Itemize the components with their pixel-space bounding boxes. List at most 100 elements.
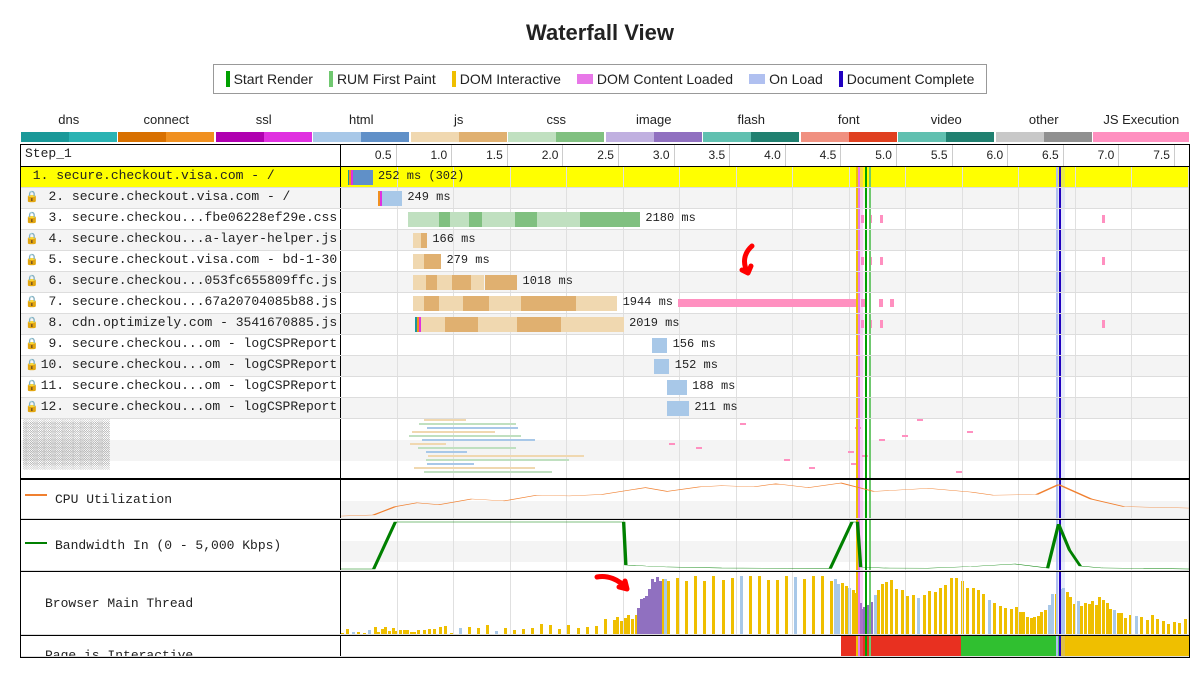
request-rows: 1. secure.checkout.visa.com - /252 ms (3… (21, 167, 1189, 419)
marker-doc-complete (1059, 419, 1061, 478)
marker-start-render (865, 636, 867, 656)
marker-start-render (865, 209, 867, 229)
lock-icon: 🔒 (25, 379, 39, 393)
marker-doc-complete (1059, 293, 1061, 313)
request-row[interactable]: 1. secure.checkout.visa.com - /252 ms (3… (21, 167, 1189, 188)
marker-start-render (865, 377, 867, 397)
marker-dcl-start (858, 335, 860, 355)
marker-dcl-start (858, 209, 860, 229)
legend-item: Document Complete (839, 71, 975, 87)
request-row[interactable]: 🔒 6. secure.checkou...053fc655809ffc.js1… (21, 272, 1189, 293)
mime-connect: connect (118, 112, 216, 142)
marker-doc-complete (1059, 272, 1061, 292)
marker-start-render (865, 188, 867, 208)
marker-dcl-start (858, 419, 860, 478)
collapsed-requests[interactable]: ░░░░░░░░░░░░░░░░░░░░░░░░░░░░░░░░░░░░░░░░… (21, 419, 1189, 479)
mime-dns: dns (20, 112, 118, 142)
mime-JS Execution: JS Execution (1093, 112, 1191, 142)
request-row[interactable]: 🔒12. secure.checkou...om - logCSPReport2… (21, 398, 1189, 419)
marker-rum-first-paint (869, 377, 871, 397)
lock-icon: 🔒 (25, 274, 39, 288)
page-title: Waterfall View (10, 20, 1190, 46)
marker-dcl-start (858, 230, 860, 250)
marker-rum-first-paint (869, 356, 871, 376)
marker-doc-complete (1059, 209, 1061, 229)
marker-dcl-start (858, 356, 860, 376)
mime-image: image (605, 112, 703, 142)
marker-doc-complete (1059, 572, 1061, 634)
legend-item: Start Render (226, 71, 313, 87)
lock-icon: 🔒 (25, 400, 39, 414)
request-row[interactable]: 🔒11. secure.checkou...om - logCSPReport1… (21, 377, 1189, 398)
lock-icon: 🔒 (25, 232, 39, 246)
marker-doc-complete (1059, 335, 1061, 355)
marker-start-render (865, 230, 867, 250)
request-row[interactable]: 🔒 8. cdn.optimizely.com - 3541670885.js2… (21, 314, 1189, 335)
marker-start-render (865, 419, 867, 478)
marker-start-render (865, 335, 867, 355)
marker-rum-first-paint (869, 636, 871, 656)
marker-rum-first-paint (869, 251, 871, 271)
marker-rum-first-paint (869, 167, 871, 187)
page-interactive: Page is Interactive (21, 635, 1189, 657)
mime-legend: dnsconnectsslhtmljscssimageflashfontvide… (20, 112, 1190, 142)
request-row[interactable]: 🔒10. secure.checkou...om - logCSPReport1… (21, 356, 1189, 377)
marker-doc-complete (1059, 314, 1061, 334)
legend-item: On Load (749, 71, 823, 87)
marker-doc-complete (1059, 398, 1061, 418)
lock-icon: 🔒 (25, 190, 39, 204)
mime-ssl: ssl (215, 112, 313, 142)
request-row[interactable]: 🔒 9. secure.checkou...om - logCSPReport1… (21, 335, 1189, 356)
bandwidth-in: Bandwidth In (0 - 5,000 Kbps) (21, 519, 1189, 571)
marker-rum-first-paint (869, 419, 871, 478)
marker-rum-first-paint (869, 572, 871, 634)
marker-rum-first-paint (869, 293, 871, 313)
request-row[interactable]: 🔒 2. secure.checkout.visa.com - /249 ms (21, 188, 1189, 209)
waterfall-chart[interactable]: Step_1 0.51.01.52.02.53.03.54.04.55.05.5… (20, 144, 1190, 658)
marker-doc-complete (1059, 230, 1061, 250)
marker-dcl-start (858, 293, 860, 313)
marker-rum-first-paint (869, 272, 871, 292)
mime-html: html (313, 112, 411, 142)
lock-icon: 🔒 (25, 358, 39, 372)
request-row[interactable]: 🔒 5. secure.checkout.visa.com - bd-1-302… (21, 251, 1189, 272)
marker-rum-first-paint (869, 314, 871, 334)
legend: Start RenderRUM First PaintDOM Interacti… (213, 64, 988, 94)
marker-doc-complete (1059, 167, 1061, 187)
lock-icon: 🔒 (25, 337, 39, 351)
cpu-utilization: CPU Utilization (21, 479, 1189, 519)
request-row[interactable]: 🔒 4. secure.checkou...a-layer-helper.js1… (21, 230, 1189, 251)
marker-start-render (865, 572, 867, 634)
request-row[interactable]: 🔒 7. secure.checkou...67a20704085b88.js1… (21, 293, 1189, 314)
marker-start-render (865, 167, 867, 187)
legend-item: DOM Content Loaded (577, 71, 733, 87)
lock-icon: 🔒 (25, 316, 39, 330)
lock-icon: 🔒 (25, 295, 39, 309)
marker-doc-complete (1059, 251, 1061, 271)
marker-doc-complete (1059, 377, 1061, 397)
marker-dcl-start (858, 572, 860, 634)
marker-start-render (865, 251, 867, 271)
mime-font: font (800, 112, 898, 142)
marker-rum-first-paint (869, 188, 871, 208)
marker-rum-first-paint (869, 398, 871, 418)
lock-icon: 🔒 (25, 253, 39, 267)
legend-item: DOM Interactive (452, 71, 561, 87)
main-thread: Browser Main Thread (21, 571, 1189, 635)
marker-doc-complete (1059, 636, 1061, 656)
marker-dcl-start (858, 272, 860, 292)
marker-start-render (865, 398, 867, 418)
marker-dcl-start (858, 377, 860, 397)
marker-dcl-start (858, 314, 860, 334)
marker-rum-first-paint (869, 209, 871, 229)
mime-js: js (410, 112, 508, 142)
step-label: Step_1 (21, 145, 341, 166)
marker-doc-complete (1059, 188, 1061, 208)
marker-start-render (865, 314, 867, 334)
mime-video: video (898, 112, 996, 142)
lock-icon: 🔒 (25, 211, 39, 225)
marker-dcl-start (858, 167, 860, 187)
request-row[interactable]: 🔒 3. secure.checkou...fbe06228ef29e.css2… (21, 209, 1189, 230)
marker-doc-complete (1059, 356, 1061, 376)
marker-dcl-start (858, 251, 860, 271)
